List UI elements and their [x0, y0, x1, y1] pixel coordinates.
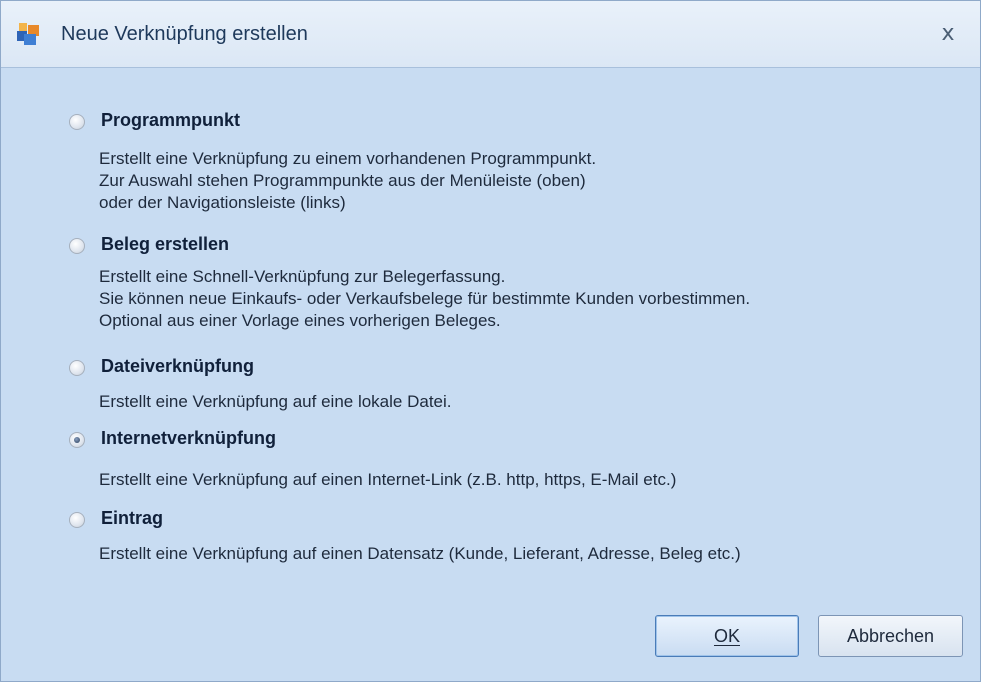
ok-button-label: OK [713, 626, 740, 646]
option-description-programmpunkt: Erstellt eine Verknüpfung zu einem vorha… [99, 148, 596, 214]
radio-button-programmpunkt[interactable] [69, 114, 85, 130]
option-description-beleg-erstellen: Erstellt eine Schnell-Verknüpfung zur Be… [99, 266, 750, 332]
description-line: oder der Navigationsleiste (links) [99, 193, 346, 212]
cancel-button-label: Abbrechen [846, 626, 935, 646]
app-cubes-icon [17, 23, 39, 45]
option-label: Internetverknüpfung [101, 428, 277, 448]
cancel-button[interactable]: Abbrechen [818, 615, 963, 657]
description-line: Erstellt eine Verknüpfung zu einem vorha… [99, 149, 597, 168]
close-button[interactable]: x [931, 17, 965, 51]
description-line: Erstellt eine Verknüpfung auf eine lokal… [99, 392, 452, 411]
ok-button[interactable]: OK [655, 615, 799, 657]
description-line: Sie können neue Einkaufs- oder Verkaufsb… [99, 289, 751, 308]
description-line: Erstellt eine Schnell-Verknüpfung zur Be… [99, 267, 506, 286]
dialog-window: Neue Verknüpfung erstellen x Programmpun… [0, 0, 981, 682]
window-title: Neue Verknüpfung erstellen [61, 23, 308, 45]
radio-button-eintrag[interactable] [69, 512, 85, 528]
dialog-content: Programmpunkt Erstellt eine Verknüpfung … [1, 68, 980, 681]
description-line: Zur Auswahl stehen Programmpunkte aus de… [99, 171, 586, 190]
radio-button-internetverknuepfung[interactable] [69, 432, 85, 448]
radio-button-dateiverknuepfung[interactable] [69, 360, 85, 376]
option-label: Eintrag [101, 508, 164, 528]
title-bar: Neue Verknüpfung erstellen x [1, 1, 980, 68]
option-description-internetverknuepfung: Erstellt eine Verknüpfung auf einen Inte… [99, 469, 676, 491]
option-label: Beleg erstellen [101, 234, 230, 254]
option-label: Programmpunkt [101, 110, 241, 130]
option-label: Dateiverknüpfung [101, 356, 255, 376]
radio-button-beleg-erstellen[interactable] [69, 238, 85, 254]
description-line: Optional aus einer Vorlage eines vorheri… [99, 311, 501, 330]
description-line: Erstellt eine Verknüpfung auf einen Inte… [99, 470, 677, 489]
description-line: Erstellt eine Verknüpfung auf einen Date… [99, 544, 741, 563]
option-description-eintrag: Erstellt eine Verknüpfung auf einen Date… [99, 543, 741, 565]
option-description-dateiverknuepfung: Erstellt eine Verknüpfung auf eine lokal… [99, 391, 452, 413]
